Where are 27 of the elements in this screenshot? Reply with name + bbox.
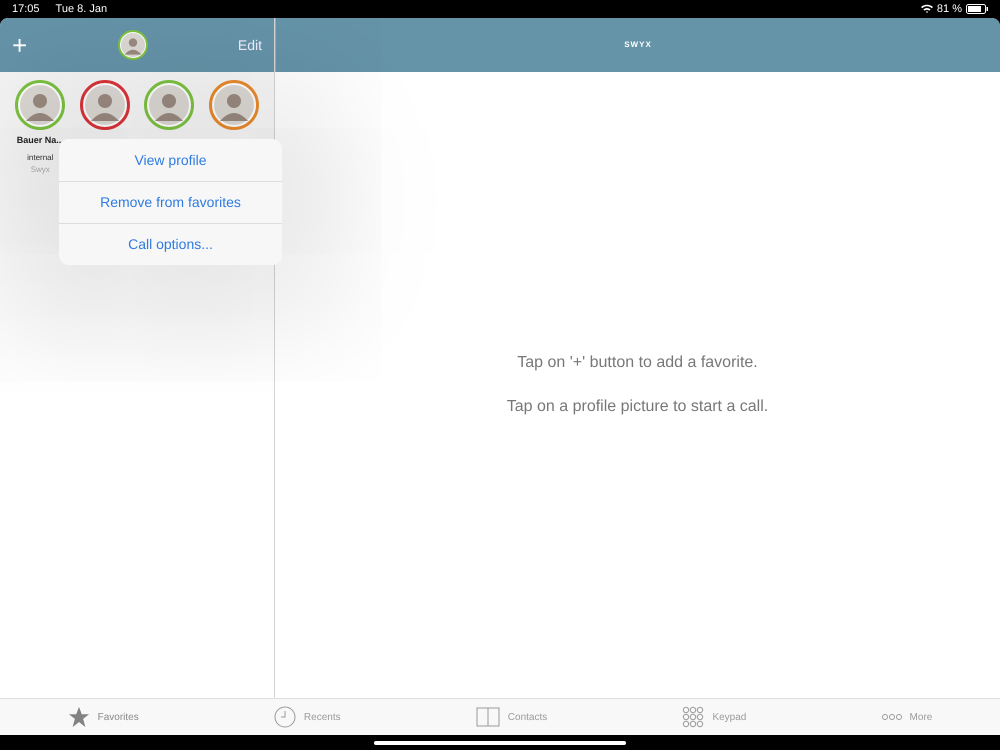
tab[interactable]: Contacts [470, 706, 554, 728]
status-time: 17:05 [12, 2, 40, 17]
book-icon [476, 707, 500, 727]
keypad-icon [682, 706, 704, 728]
edit-button[interactable]: Edit [226, 34, 274, 56]
contact-avatar[interactable] [80, 80, 130, 130]
add-button[interactable]: + [0, 32, 40, 58]
status-date: Tue 8. Jan [56, 2, 108, 17]
clock-icon [274, 706, 296, 728]
battery-level: 81 % [936, 2, 962, 17]
contact-avatar[interactable] [15, 80, 66, 130]
hint-text: Tap on '+' button to add a favorite. [517, 353, 758, 373]
menu-item[interactable]: Call options... [59, 223, 282, 265]
tab[interactable]: Favorites [62, 705, 145, 729]
profile-avatar[interactable] [118, 30, 148, 60]
menu-item[interactable]: Remove from favorites [59, 181, 282, 223]
contact-source: Swyx [30, 164, 50, 176]
tab[interactable]: Recents [268, 705, 347, 729]
tab[interactable]: Keypad [676, 705, 752, 729]
tab[interactable]: More [876, 708, 938, 726]
hint-text: Tap on a profile picture to start a call. [506, 397, 768, 417]
contact-type: internal [27, 152, 54, 164]
star-icon [68, 706, 90, 728]
contact-avatar[interactable] [208, 80, 259, 130]
contact-avatar[interactable] [144, 80, 194, 130]
more-icon [882, 713, 902, 721]
logo: SWYX [624, 39, 652, 51]
